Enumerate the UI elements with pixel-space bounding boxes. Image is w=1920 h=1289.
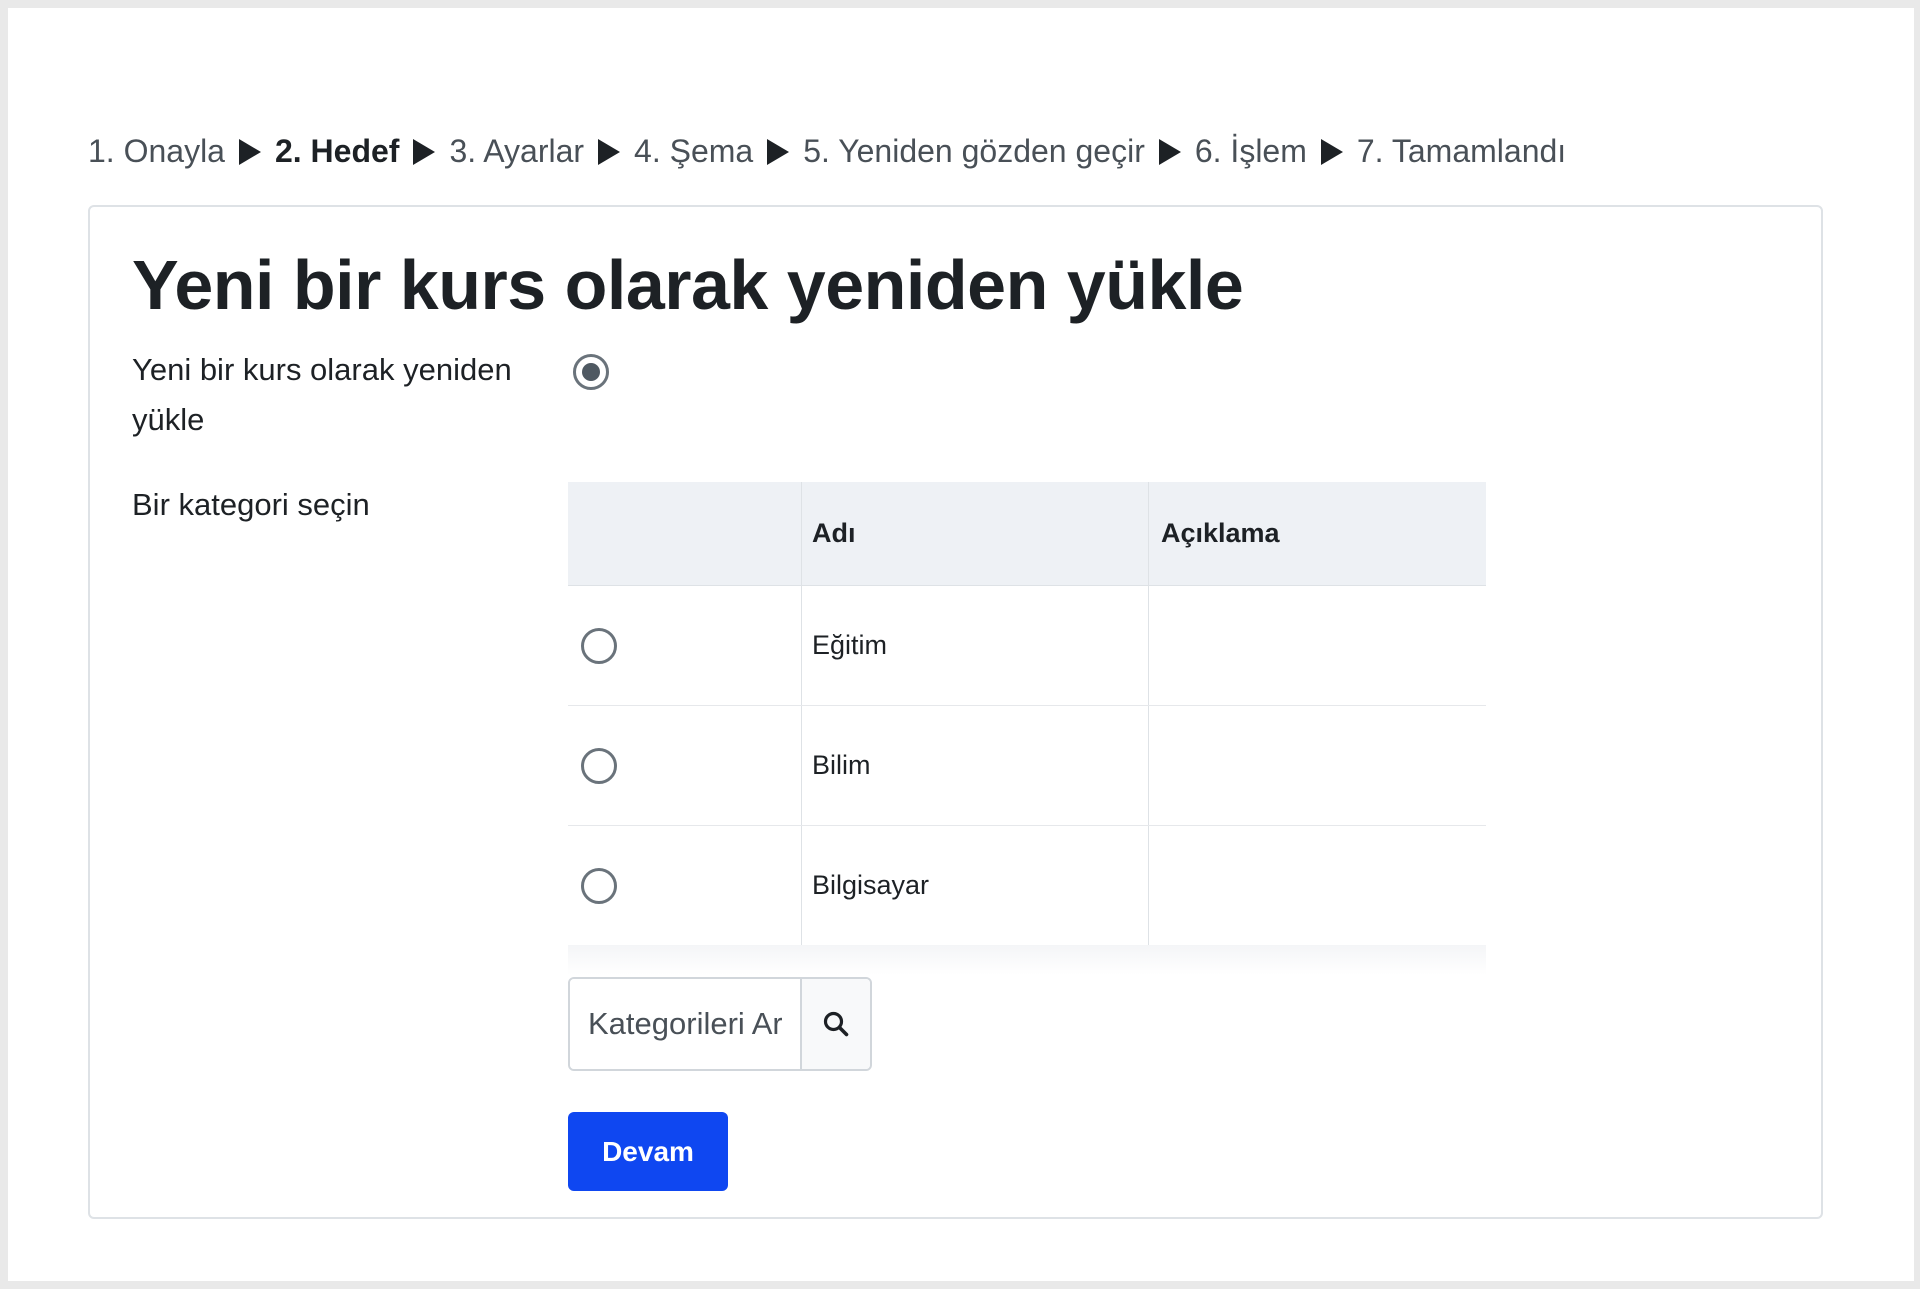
triangle-right-icon <box>413 138 436 165</box>
step-settings: 3. Ayarlar <box>449 133 585 169</box>
row-select-cell <box>568 586 801 705</box>
triangle-right-icon <box>1320 138 1343 165</box>
category-radio-bilim[interactable] <box>581 748 617 784</box>
step-confirm: 1. Onayla <box>88 133 225 169</box>
step-review: 5. Yeniden gözden geçir <box>803 133 1145 169</box>
table-scroll-fade <box>568 945 1486 975</box>
category-search-group <box>568 977 872 1071</box>
triangle-right-icon <box>767 138 790 165</box>
category-radio-egitim[interactable] <box>581 628 617 664</box>
header-name: Adı <box>801 482 1148 585</box>
restore-option-label: Yeni bir kurs olarak yeniden yükle <box>132 352 512 437</box>
category-table: Adı Açıklama Eğitim Bilim Bilgisayar <box>568 482 1486 975</box>
search-button[interactable] <box>800 979 870 1069</box>
step-destination: 2. Hedef <box>274 133 400 169</box>
table-row[interactable]: Bilgisayar <box>568 826 1486 945</box>
search-icon <box>823 1011 849 1037</box>
step-schema: 4. Şema <box>634 133 754 169</box>
category-label: Bir kategori seçin <box>132 487 370 522</box>
page-frame: 1. Onayla 2. Hedef 3. Ayarlar 4. Şema 5.… <box>8 8 1914 1281</box>
restore-as-new-course-radio[interactable] <box>573 354 609 390</box>
page-title: Yeni bir kurs olarak yeniden yükle <box>132 246 1244 324</box>
row-select-cell <box>568 706 801 825</box>
category-name: Bilim <box>801 706 1148 825</box>
category-name: Bilgisayar <box>801 826 1148 945</box>
category-description <box>1148 706 1486 825</box>
category-search-input[interactable] <box>570 979 800 1069</box>
header-description: Açıklama <box>1148 482 1486 585</box>
category-description <box>1148 586 1486 705</box>
step-process: 6. İşlem <box>1194 133 1307 169</box>
category-name: Eğitim <box>801 586 1148 705</box>
triangle-right-icon <box>598 138 621 165</box>
table-row[interactable]: Eğitim <box>568 586 1486 706</box>
category-description <box>1148 826 1486 945</box>
table-header: Adı Açıklama <box>568 482 1486 586</box>
table-body: Eğitim Bilim Bilgisayar <box>568 586 1486 945</box>
table-row[interactable]: Bilim <box>568 706 1486 826</box>
progress-breadcrumb: 1. Onayla 2. Hedef 3. Ayarlar 4. Şema 5.… <box>88 133 1566 170</box>
restore-card: Yeni bir kurs olarak yeniden yükle Yeni … <box>88 205 1823 1219</box>
triangle-right-icon <box>1158 138 1181 165</box>
header-select <box>568 482 801 585</box>
row-select-cell <box>568 826 801 945</box>
triangle-right-icon <box>238 138 261 165</box>
category-radio-bilgisayar[interactable] <box>581 868 617 904</box>
continue-button[interactable]: Devam <box>568 1112 728 1191</box>
step-complete: 7. Tamamlandı <box>1356 133 1567 169</box>
